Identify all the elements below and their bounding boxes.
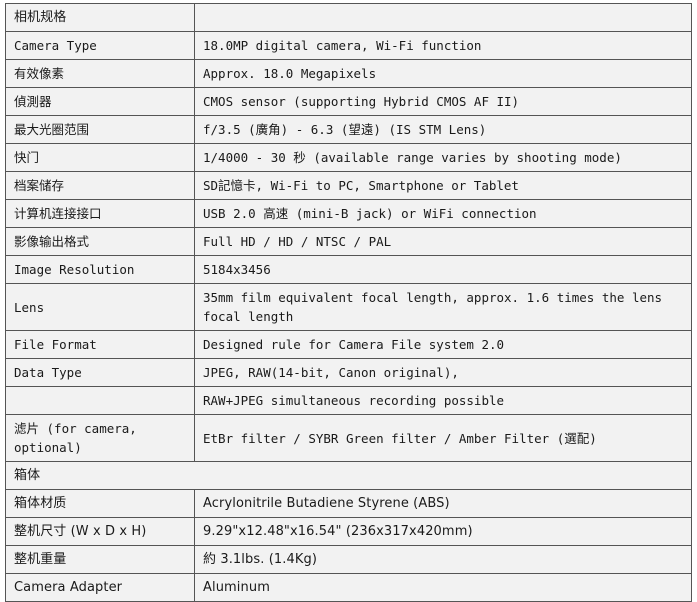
spec-label-cell: 整机尺寸 (W x D x H) xyxy=(5,517,195,546)
spec-value-cell: EtBr filter / SYBR Green filter / Amber … xyxy=(194,414,692,462)
table-row: File Format Designed rule for Camera File… xyxy=(5,330,692,359)
table-row: 箱体材质 Acrylonitrile Butadiene Styrene (ABS… xyxy=(5,489,692,518)
spec-value-cell: 35mm film equivalent focal length, appro… xyxy=(194,283,692,331)
table-row: 整机重量約 3.1lbs. (1.4Kg) xyxy=(5,545,692,574)
table-row: 最大光圈范围 f/3.5 (廣角) - 6.3 (望遠) (IS STM Lens… xyxy=(5,115,692,144)
camera-specification-table: 相机规格 Camera Type 18.0MP digital camera, Wi… xyxy=(5,3,692,602)
spec-label-cell: 影像输出格式 xyxy=(5,227,195,256)
spec-label-cell: 计算机连接接口 xyxy=(5,199,195,228)
spec-label-cell: File Format xyxy=(5,330,195,359)
spec-label-cell: 档案储存 xyxy=(5,171,195,200)
spec-value-cell: 1/4000 - 30 秒 (available range varies by… xyxy=(194,143,692,172)
spec-value-cell: f/3.5 (廣角) - 6.3 (望遠) (IS STM Lens) xyxy=(194,115,692,144)
spec-label-cell: Lens xyxy=(5,283,195,331)
spec-label-cell: Data Type xyxy=(5,358,195,387)
specification-table-container: 相机规格 Camera Type 18.0MP digital camera, Wi… xyxy=(5,3,692,602)
spec-value-cell: 約 3.1lbs. (1.4Kg) xyxy=(194,545,692,574)
spec-value-cell: Aluminum xyxy=(194,573,692,602)
spec-value-cell: SD記憶卡, Wi-Fi to PC, Smartphone or Tablet xyxy=(194,171,692,200)
table-row: 滤片 (for camera, optional) EtBr filter / S… xyxy=(5,414,692,462)
spec-value-cell: 9.29"x12.48"x16.54" (236x317x420mm) xyxy=(194,517,692,546)
table-row: Image Resolution 5184x3456 xyxy=(5,255,692,284)
spec-value-cell: Full HD / HD / NTSC / PAL xyxy=(194,227,692,256)
spec-value-cell: Designed rule for Camera File system 2.0 xyxy=(194,330,692,359)
table-row: Camera Adapter Aluminum xyxy=(5,573,692,602)
table-row: 相机规格 xyxy=(5,3,692,32)
table-row: 有效像素 Approx. 18.0 Megapixels xyxy=(5,59,692,88)
spec-value-cell: JPEG, RAW(14-bit, Canon original), xyxy=(194,358,692,387)
table-row: 箱体 xyxy=(5,461,692,490)
spec-label-cell: 最大光圈范围 xyxy=(5,115,195,144)
spec-value-cell xyxy=(194,3,692,32)
spec-value-cell: 18.0MP digital camera, Wi-Fi function xyxy=(194,31,692,60)
table-row: 快门 1/4000 - 30 秒 (available range varies … xyxy=(5,143,692,172)
specification-table-body: 相机规格 Camera Type 18.0MP digital camera, Wi… xyxy=(5,3,692,602)
spec-value-cell: Approx. 18.0 Megapixels xyxy=(194,59,692,88)
spec-label-cell: 相机规格 xyxy=(5,3,195,32)
table-row: 计算机连接接口 USB 2.0 高速 (mini-B jack) or WiFi … xyxy=(5,199,692,228)
spec-label-cell: 快门 xyxy=(5,143,195,172)
table-row: 影像输出格式 Full HD / HD / NTSC / PAL xyxy=(5,227,692,256)
spec-value-cell: CMOS sensor (supporting Hybrid CMOS AF I… xyxy=(194,87,692,116)
spec-label-cell: 箱体材质 xyxy=(5,489,195,518)
table-row: Camera Type 18.0MP digital camera, Wi-Fi … xyxy=(5,31,692,60)
spec-value-cell: USB 2.0 高速 (mini-B jack) or WiFi connect… xyxy=(194,199,692,228)
spec-value-cell: Acrylonitrile Butadiene Styrene (ABS) xyxy=(194,489,692,518)
table-row: 偵測器 CMOS sensor (supporting Hybrid CMOS A… xyxy=(5,87,692,116)
section-header-cell: 箱体 xyxy=(5,461,692,490)
spec-label-cell xyxy=(5,386,195,415)
spec-label-cell: 滤片 (for camera, optional) xyxy=(5,414,195,462)
table-row: RAW+JPEG simultaneous recording possible xyxy=(5,386,692,415)
spec-value-cell: 5184x3456 xyxy=(194,255,692,284)
spec-label-cell: Image Resolution xyxy=(5,255,195,284)
spec-label-cell: 有效像素 xyxy=(5,59,195,88)
table-row: 档案储存 SD記憶卡, Wi-Fi to PC, Smartphone or Ta… xyxy=(5,171,692,200)
spec-label-cell: Camera Type xyxy=(5,31,195,60)
table-row: Lens 35mm film equivalent focal length, a… xyxy=(5,283,692,331)
spec-label-cell: Camera Adapter xyxy=(5,573,195,602)
table-row: 整机尺寸 (W x D x H) 9.29"x12.48"x16.54" (236… xyxy=(5,517,692,546)
spec-value-cell: RAW+JPEG simultaneous recording possible xyxy=(194,386,692,415)
spec-label-cell: 整机重量 xyxy=(5,545,195,574)
table-row: Data Type JPEG, RAW(14-bit, Canon origina… xyxy=(5,358,692,387)
spec-label-cell: 偵測器 xyxy=(5,87,195,116)
